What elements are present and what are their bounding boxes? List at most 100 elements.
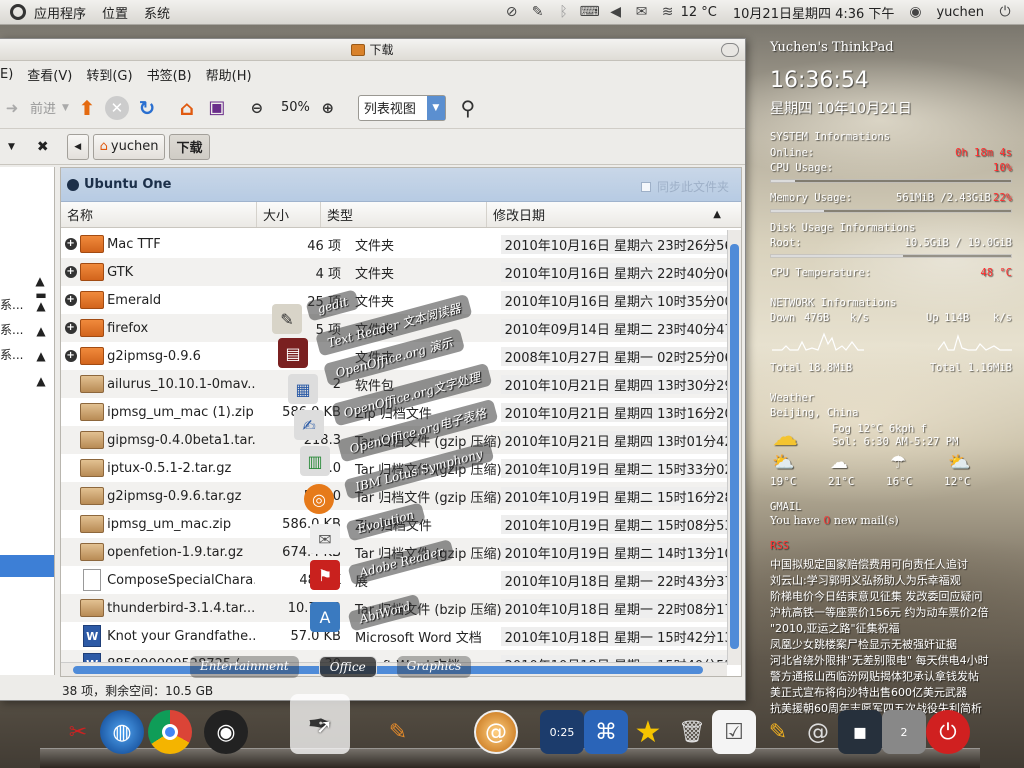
trash-icon[interactable]: 🗑: [670, 710, 714, 754]
weather-icon[interactable]: ≋: [655, 4, 681, 20]
up-button[interactable]: ⬆: [75, 92, 99, 124]
computer-button[interactable]: ▣: [205, 92, 229, 124]
rss-item[interactable]: 警方通报山西临汾网贴揭体犯承认拿钱发帖: [770, 668, 1020, 684]
rss-item[interactable]: 中国拟规定国家赔偿费用可向责任人追讨: [770, 556, 1020, 572]
globe-icon[interactable]: ◍: [100, 710, 144, 754]
power-icon[interactable]: ⏻: [926, 710, 970, 754]
file-row[interactable]: W Knot your Grandfathe... 57.0 KB Microsoft…: [61, 622, 727, 650]
expander[interactable]: +: [61, 322, 80, 334]
workspace-icon[interactable]: ▪: [838, 710, 882, 754]
expand-plus-icon[interactable]: +: [64, 322, 77, 334]
rss-item[interactable]: 河北省绕外限排"无差别限电" 每天供电4小时: [770, 652, 1020, 668]
eject-icon[interactable]: ▲: [34, 299, 48, 313]
bluetooth-icon[interactable]: ᛒ: [551, 4, 577, 20]
window-titlebar[interactable]: 下载: [0, 39, 745, 61]
sidebar-item-selected[interactable]: [0, 555, 54, 577]
column-name[interactable]: 名称: [61, 202, 257, 227]
expander[interactable]: +: [61, 350, 80, 362]
menu-view[interactable]: 查看(V): [27, 65, 72, 84]
expander[interactable]: +: [61, 266, 80, 278]
column-size[interactable]: 大小: [257, 202, 321, 227]
expander[interactable]: +: [61, 238, 80, 250]
rss-item[interactable]: 刘云山:学习郭明义弘扬助人为乐幸福观: [770, 572, 1020, 588]
file-row[interactable]: + Mac TTF 46 项文件夹 2010年10月16日 星期六 23时26分56秒: [61, 230, 727, 258]
sidebar-item-drive[interactable]: ▲: [0, 367, 54, 392]
scrollbar-thumb[interactable]: [730, 244, 739, 649]
adobe-reader-icon[interactable]: ⚑: [310, 560, 340, 590]
writer-icon[interactable]: ✍: [294, 410, 324, 440]
spreadsheet-icon[interactable]: ▥: [300, 446, 330, 476]
stack-category-active[interactable]: Office: [318, 656, 377, 678]
view-mode-select[interactable]: 列表视图 ▼: [357, 94, 446, 121]
book-icon[interactable]: ▤: [278, 338, 308, 368]
window-control-button[interactable]: [721, 43, 739, 57]
file-row[interactable]: + GTK 4 项文件夹 2010年10月16日 星期六 22时40分06秒: [61, 258, 727, 286]
mail-icon[interactable]: @: [796, 710, 840, 754]
weather-temp[interactable]: 12 °C: [681, 5, 717, 20]
close-sidebar-icon[interactable]: ✖: [37, 139, 49, 155]
abiword-icon[interactable]: A: [310, 602, 340, 632]
chrome-icon[interactable]: [148, 710, 192, 754]
zoom-in-button[interactable]: ⊕: [316, 92, 340, 124]
clock-icon[interactable]: 0:25: [540, 710, 584, 754]
expander[interactable]: +: [61, 294, 80, 306]
clock[interactable]: 10月21日星期四 4:36 下午: [733, 3, 895, 22]
column-date[interactable]: 修改日期 ▲: [487, 202, 727, 227]
expand-plus-icon[interactable]: +: [64, 238, 77, 250]
window-group-icon[interactable]: 2: [882, 710, 926, 754]
path-button-current[interactable]: 下载: [169, 133, 210, 160]
file-row[interactable]: +Emerald25 项文件夹2010年10月16日 星期六 10时35分00秒: [61, 286, 727, 314]
path-back-button[interactable]: ◀: [66, 133, 89, 160]
rss-item[interactable]: 美正式宣布将向沙特出售600亿美元武器: [770, 684, 1020, 700]
eject-icon[interactable]: ▲: [34, 374, 48, 388]
volume-icon[interactable]: ◀: [603, 4, 629, 20]
forward-button[interactable]: ➜ 前进 ▼: [0, 92, 69, 124]
rss-item[interactable]: 沪杭高铁一等座票价156元 约为动车票价2倍: [770, 604, 1020, 620]
presentation-icon[interactable]: ▦: [288, 374, 318, 404]
star-icon[interactable]: ★: [626, 710, 670, 754]
zoom-out-button[interactable]: ⊖: [245, 92, 269, 124]
eject-icon[interactable]: ▲: [34, 324, 48, 338]
menu-help[interactable]: 帮助(H): [206, 65, 252, 84]
vertical-scrollbar[interactable]: [727, 230, 741, 665]
gedit-icon[interactable]: ✎: [272, 304, 302, 334]
stack-category[interactable]: Graphics: [396, 656, 472, 678]
paint-brush-icon[interactable]: ✎: [376, 710, 420, 754]
menu-applications[interactable]: 应用程序: [34, 3, 86, 22]
expand-plus-icon[interactable]: +: [64, 294, 77, 306]
sidebar-item-drive[interactable]: ▲ ▬: [0, 267, 54, 302]
stop-button[interactable]: ✕: [104, 92, 129, 124]
network-icon[interactable]: ⌘: [584, 710, 628, 754]
power-icon[interactable]: ⏻: [992, 4, 1018, 20]
eject-icon[interactable]: ▲ ▬: [34, 274, 48, 302]
search-button[interactable]: ⚲: [456, 92, 480, 124]
pin-icon[interactable]: ⊘: [499, 4, 525, 20]
path-button-home[interactable]: ⌂ yuchen: [92, 133, 166, 160]
nautilus-icon[interactable]: @: [474, 710, 518, 754]
mail-icon[interactable]: ✉: [629, 4, 655, 20]
rss-item[interactable]: "2010,亚运之路"征集祝福: [770, 620, 1020, 636]
ubuntu-logo-icon[interactable]: [10, 4, 26, 20]
menu-go[interactable]: 转到(G): [86, 65, 132, 84]
sidebar-dropdown-icon[interactable]: ▼: [8, 142, 15, 152]
notes-icon[interactable]: ✎: [525, 4, 551, 20]
symphony-icon[interactable]: ◎: [304, 484, 334, 514]
stack-category[interactable]: Entertainment: [190, 656, 299, 678]
sidebar-item-drive[interactable]: 系... ▲: [0, 342, 54, 367]
expand-plus-icon[interactable]: +: [64, 266, 77, 278]
tasks-icon[interactable]: ☑: [712, 710, 756, 754]
expand-plus-icon[interactable]: +: [64, 350, 77, 362]
rss-item[interactable]: 凤凰少女跳楼案尸检显示无被强奸证据: [770, 636, 1020, 652]
reload-button[interactable]: ↻: [135, 92, 159, 124]
rss-item[interactable]: 阶梯电价今日结束意见征集 发改委回应疑问: [770, 588, 1020, 604]
eject-icon[interactable]: ▲: [34, 349, 48, 363]
menu-places[interactable]: 位置: [102, 3, 128, 22]
user-name[interactable]: yuchen: [936, 5, 984, 20]
menu-bookmarks[interactable]: 书签(B): [147, 65, 192, 84]
notes-icon[interactable]: ✎: [756, 710, 800, 754]
music-player-icon[interactable]: ◉: [204, 710, 248, 754]
home-button[interactable]: ⌂: [175, 92, 199, 124]
column-type[interactable]: 类型: [321, 202, 487, 227]
sync-folder-checkbox[interactable]: 同步此文件夹: [640, 178, 729, 195]
sidebar-item-drive[interactable]: 系... ▲: [0, 317, 54, 342]
